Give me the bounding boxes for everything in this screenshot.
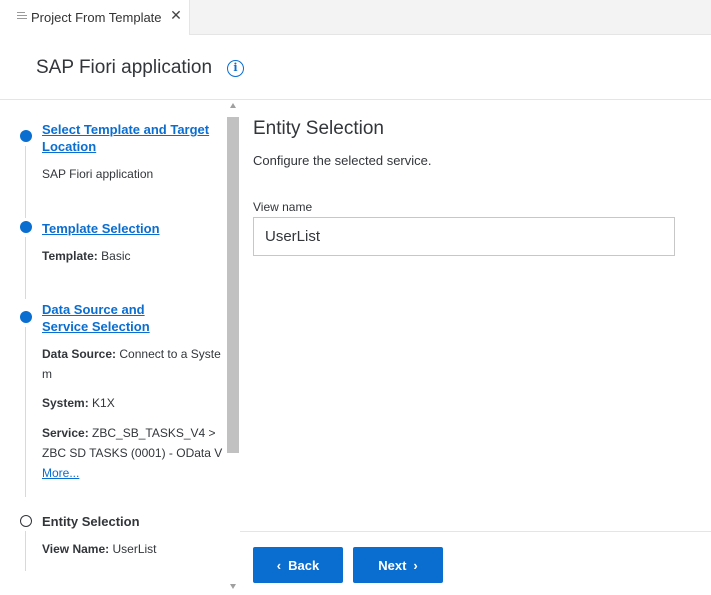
detail-label: Service: xyxy=(42,426,89,440)
next-label: Next xyxy=(378,557,407,573)
step-detail-data-source: Data Source: Connect to a System xyxy=(42,344,226,384)
step-detail-template: Template: Basic xyxy=(42,246,130,266)
step-detail-service: Service: ZBC_SB_TASKS_V4 > ZBC SD TASKS … xyxy=(42,423,226,463)
step-connector xyxy=(25,531,26,571)
step-link-select-template[interactable]: Select Template and Target Location xyxy=(42,121,240,155)
more-link[interactable]: More... xyxy=(42,466,79,480)
page-header: SAP Fiori application i xyxy=(0,35,711,100)
step-detail-text: SAP Fiori application xyxy=(42,167,154,181)
detail-label: Template: xyxy=(42,249,98,263)
close-icon[interactable]: ✕ xyxy=(169,8,183,22)
page-title: SAP Fiori application xyxy=(36,57,213,78)
chevron-right-icon: › xyxy=(413,557,418,573)
step-detail-view-name: View Name: UserList xyxy=(42,539,157,559)
detail-value: K1X xyxy=(92,396,115,410)
wizard-steps: Select Template and Target Location SAP … xyxy=(0,101,240,595)
detail-label: Data Source: xyxy=(42,347,117,361)
step-connector xyxy=(25,146,26,218)
back-button[interactable]: ‹ Back xyxy=(253,547,343,583)
scroll-thumb[interactable] xyxy=(227,117,239,453)
content-title: Entity Selection xyxy=(253,118,384,139)
info-icon[interactable]: i xyxy=(227,60,244,77)
menu-icon xyxy=(17,12,27,21)
scroll-down-arrow-icon[interactable] xyxy=(230,584,236,589)
step-indicator-completed xyxy=(20,130,32,142)
tab-bar: Project From Template ✕ xyxy=(0,0,711,35)
step-indicator-completed xyxy=(20,221,32,233)
view-name-label: View name xyxy=(253,200,313,214)
step-entity-selection[interactable]: Entity Selection xyxy=(42,513,140,530)
back-label: Back xyxy=(288,557,320,573)
step-indicator-completed xyxy=(20,311,32,323)
tab-title: Project From Template xyxy=(31,10,162,25)
step-connector xyxy=(25,327,26,497)
step-detail-system: System: K1X xyxy=(42,393,115,413)
chevron-left-icon: ‹ xyxy=(276,557,282,573)
scroll-up-arrow-icon[interactable] xyxy=(230,103,236,108)
detail-label: View Name: xyxy=(42,542,110,556)
next-button[interactable]: Next › xyxy=(353,547,443,583)
steps-scrollbar[interactable] xyxy=(227,103,239,595)
detail-label: System: xyxy=(42,396,89,410)
detail-value: UserList xyxy=(112,542,157,556)
step-connector xyxy=(25,237,26,299)
step-indicator-current xyxy=(20,515,32,527)
step-link-template-selection[interactable]: Template Selection xyxy=(42,220,160,237)
tab-project-from-template[interactable]: Project From Template ✕ xyxy=(0,0,190,35)
view-name-input[interactable] xyxy=(253,217,675,256)
wizard-footer: ‹ Back Next › xyxy=(240,531,711,595)
detail-value: Basic xyxy=(101,249,131,263)
content-description: Configure the selected service. xyxy=(253,153,432,168)
step-link-data-source[interactable]: Data Source and Service Selection xyxy=(42,301,192,335)
